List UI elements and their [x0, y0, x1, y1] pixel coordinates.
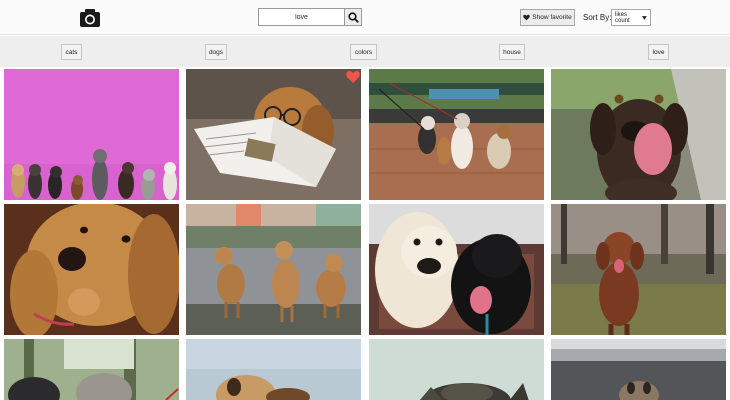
photo-card[interactable] [186, 339, 361, 400]
photo-card[interactable] [551, 69, 726, 200]
tag-cats[interactable]: cats [61, 44, 82, 60]
show-favorite-button[interactable]: Show favorite [520, 9, 575, 26]
caret-down-icon [642, 15, 647, 20]
photo-card[interactable] [186, 69, 361, 200]
sort-selected-value: likes count [615, 11, 630, 24]
search-input[interactable] [258, 8, 345, 26]
tag-dogs[interactable]: dogs [205, 44, 227, 60]
photo-card[interactable] [4, 339, 179, 400]
sort-select[interactable]: likes count [611, 9, 651, 26]
magnifier-icon [347, 11, 359, 23]
top-bar: Show favorite Sort By: likes count [0, 0, 730, 35]
show-favorite-label: Show favorite [532, 14, 572, 21]
photo-card[interactable] [4, 204, 179, 335]
photo-card[interactable] [369, 339, 544, 400]
photo-card[interactable] [369, 69, 544, 200]
camera-icon[interactable] [79, 7, 101, 28]
tag-colors[interactable]: colors [350, 44, 377, 60]
heart-icon [523, 14, 531, 21]
tag-love[interactable]: love [648, 44, 669, 60]
search-button[interactable] [345, 8, 362, 26]
tag-house[interactable]: house [499, 44, 525, 60]
photo-card[interactable] [551, 204, 726, 335]
sort-label: Sort By: [583, 13, 612, 22]
photo-card[interactable] [186, 204, 361, 335]
photo-card[interactable] [551, 339, 726, 400]
photo-card[interactable] [4, 69, 179, 200]
photo-card[interactable] [369, 204, 544, 335]
tag-bar: cats dogs colors house love [0, 36, 730, 67]
search-form [258, 8, 362, 26]
